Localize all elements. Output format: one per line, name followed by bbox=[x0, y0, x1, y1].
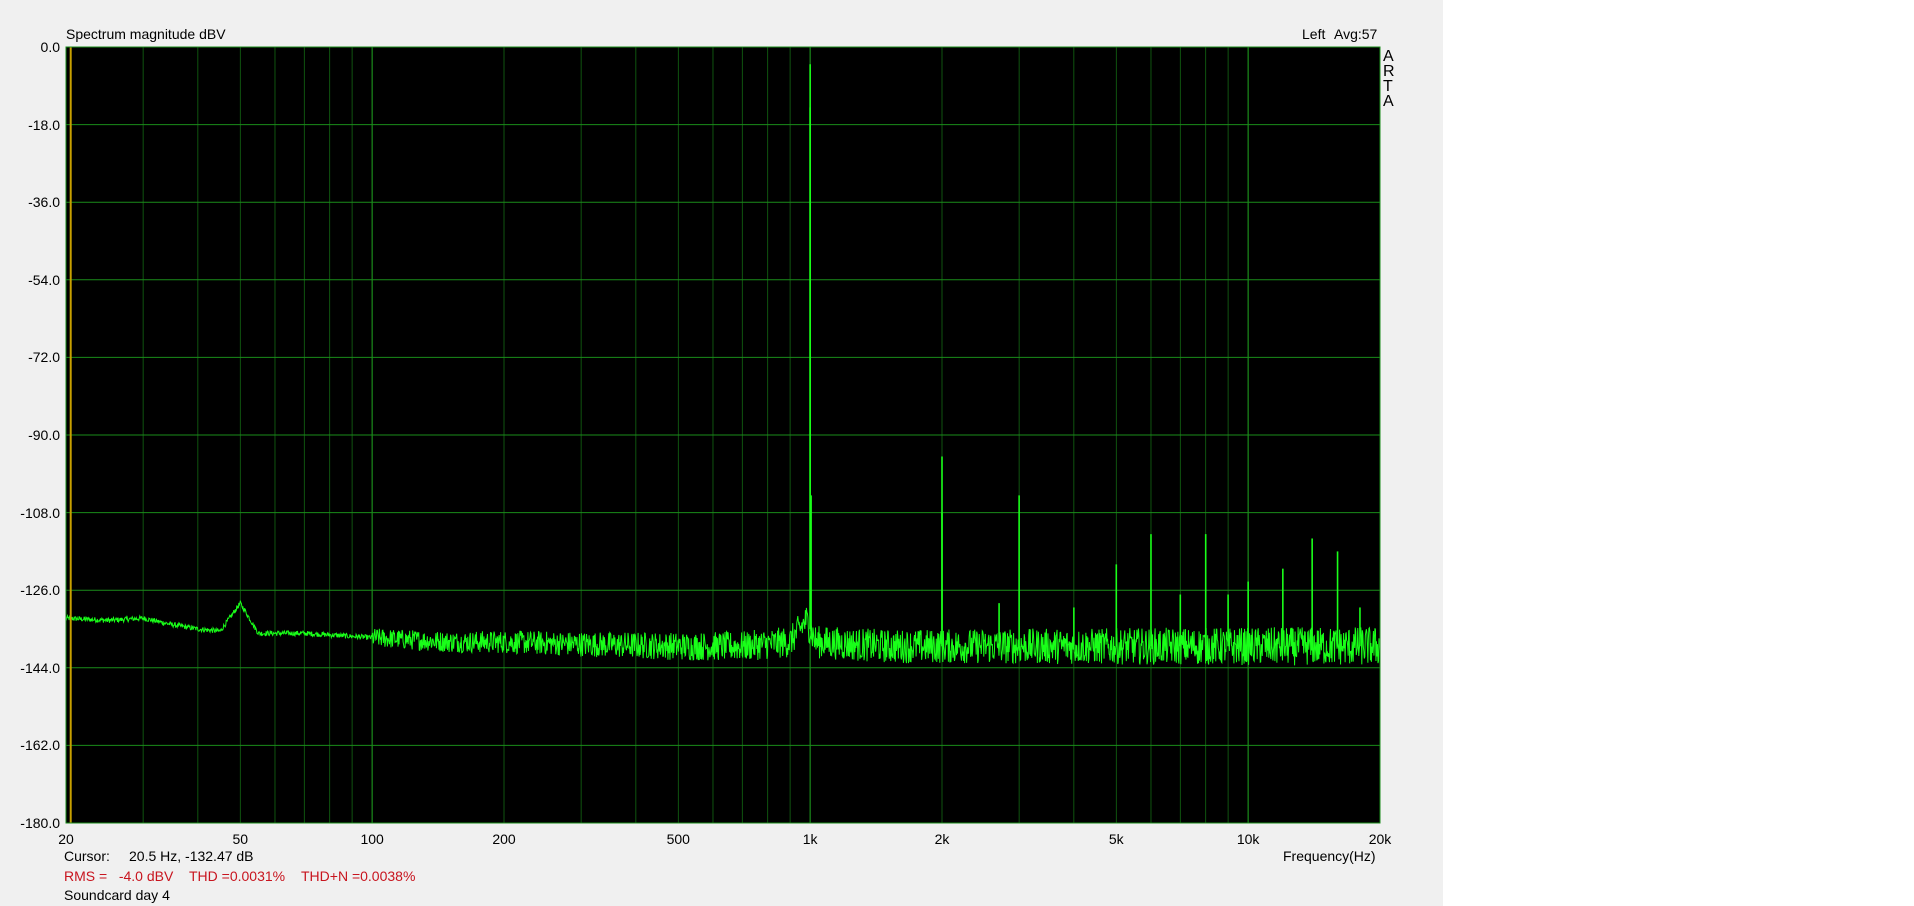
x-tick-label: 1k bbox=[802, 831, 818, 847]
y-tick-label: -54.0 bbox=[28, 271, 60, 288]
x-tick-label: 10k bbox=[1236, 831, 1260, 847]
thdn-value: THD+N =0.0038% bbox=[301, 868, 416, 884]
y-tick-label: -18.0 bbox=[28, 116, 60, 133]
chart-title: Spectrum magnitude dBV bbox=[66, 26, 226, 42]
y-tick-label: -108.0 bbox=[20, 504, 60, 521]
y-tick-label: -72.0 bbox=[28, 349, 60, 366]
y-tick-label: -90.0 bbox=[28, 427, 60, 443]
x-tick-label: 20k bbox=[1368, 831, 1392, 847]
chart-panel: Spectrum magnitude dBV Left Avg:57 0.0 -1… bbox=[0, 0, 1443, 906]
channel-label: Left bbox=[1302, 26, 1326, 42]
y-tick-label: -162.0 bbox=[20, 737, 60, 754]
x-tick-label: 500 bbox=[666, 831, 690, 847]
watermark-letter: A bbox=[1383, 93, 1394, 110]
x-axis-label: Frequency(Hz) bbox=[1283, 848, 1376, 864]
x-tick-label: 20 bbox=[58, 831, 74, 847]
avg-label: Avg:57 bbox=[1334, 26, 1378, 42]
x-tick-label: 5k bbox=[1108, 831, 1124, 847]
y-tick-label: -144.0 bbox=[20, 659, 60, 676]
y-tick-label: -126.0 bbox=[20, 582, 60, 599]
y-tick-label: 0.0 bbox=[40, 39, 60, 55]
thd-value: THD =0.0031% bbox=[189, 868, 286, 884]
spectrum-chart bbox=[65, 46, 1381, 824]
rms-value: RMS = -4.0 dBV bbox=[64, 868, 174, 884]
cursor-label: Cursor: bbox=[64, 848, 110, 864]
x-tick-label: 100 bbox=[360, 831, 384, 847]
x-tick-label: 200 bbox=[492, 831, 516, 847]
cursor-value: 20.5 Hz, -132.47 dB bbox=[129, 848, 254, 864]
x-tick-label: 50 bbox=[232, 831, 249, 847]
x-tick-label: 2k bbox=[934, 831, 950, 847]
description-label: Soundcard day 4 bbox=[64, 887, 170, 903]
y-tick-label: -180.0 bbox=[20, 815, 60, 831]
y-tick-label: -36.0 bbox=[28, 194, 60, 211]
